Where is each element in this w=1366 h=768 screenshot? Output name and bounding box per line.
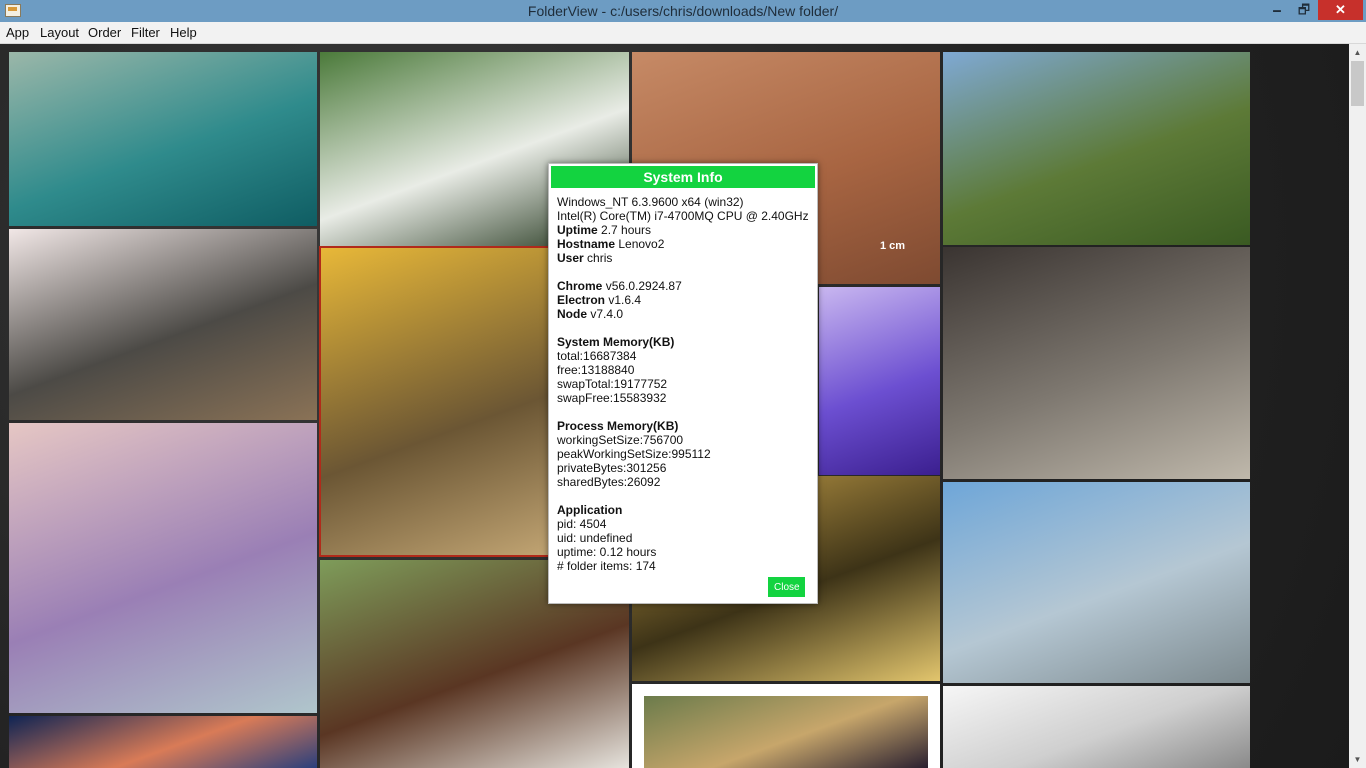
app-uid: uid: undefined	[557, 531, 633, 545]
close-window-button[interactable]: ✕	[1318, 0, 1363, 20]
app-pid: pid: 4504	[557, 517, 607, 531]
scroll-up-icon[interactable]: ▲	[1349, 44, 1366, 61]
photo-crystal-egg[interactable]	[9, 423, 317, 713]
system-memory-heading: System Memory(KB)	[557, 335, 675, 349]
gallery-scrollbar[interactable]: ▲ ▼	[1349, 44, 1366, 768]
minimize-button[interactable]: 🗕	[1262, 0, 1292, 20]
title-bar: FolderView - c:/users/chris/downloads/Ne…	[0, 0, 1366, 22]
close-button[interactable]: Close	[768, 577, 805, 597]
app-uptime: uptime: 0.12 hours	[557, 545, 657, 559]
photo-beach-balloons[interactable]	[943, 482, 1250, 683]
menu-order[interactable]: Order	[88, 25, 121, 40]
electron-label: Electron	[557, 293, 606, 307]
scrollbar-thumb[interactable]	[1351, 61, 1364, 106]
photo-mountain-valley[interactable]	[943, 52, 1250, 245]
user-value: chris	[587, 251, 613, 265]
maximize-button[interactable]: 🗗	[1289, 0, 1319, 20]
photo-pencil-sketch[interactable]	[943, 686, 1250, 768]
node-value: v7.4.0	[590, 307, 624, 321]
sysmem-swapfree: swapFree:15583932	[557, 391, 667, 405]
painting-canvas	[644, 696, 928, 768]
procmem-peak: peakWorkingSetSize:995112	[557, 447, 711, 461]
procmem-working: workingSetSize:756700	[557, 433, 684, 447]
photo-bird-over-water[interactable]	[9, 52, 317, 226]
uptime-value: 2.7 hours	[601, 223, 652, 237]
menu-help[interactable]: Help	[170, 25, 197, 40]
uptime-label: Uptime	[557, 223, 598, 237]
procmem-shared: sharedBytes:26092	[557, 475, 661, 489]
sysmem-swaptotal: swapTotal:19177752	[557, 377, 668, 391]
menu-app[interactable]: App	[6, 25, 29, 40]
window-title: FolderView - c:/users/chris/downloads/Ne…	[527, 3, 839, 19]
cpu-info: Intel(R) Core(TM) i7-4700MQ CPU @ 2.40GH…	[557, 209, 809, 223]
photo-night-sky[interactable]	[9, 716, 317, 768]
chrome-value: v56.0.2924.87	[605, 279, 682, 293]
process-memory-heading: Process Memory(KB)	[557, 419, 679, 433]
photo-purple-flower[interactable]	[819, 287, 940, 475]
electron-value: v1.6.4	[608, 293, 642, 307]
hostname-value: Lenovo2	[618, 237, 665, 251]
system-info-dialog: System Info Windows_NT 6.3.9600 x64 (win…	[548, 163, 818, 604]
menu-layout[interactable]: Layout	[40, 25, 79, 40]
sysmem-total: total:16687384	[557, 349, 637, 363]
os-info: Windows_NT 6.3.9600 x64 (win32)	[557, 195, 744, 209]
node-label: Node	[557, 307, 587, 321]
procmem-private: privateBytes:301256	[557, 461, 667, 475]
photo-abstract-painting[interactable]	[632, 684, 940, 768]
application-heading: Application	[557, 503, 623, 517]
scale-label: 1 cm	[880, 240, 906, 252]
dialog-title: System Info	[551, 166, 815, 188]
chrome-label: Chrome	[557, 279, 603, 293]
app-folder-items: # folder items: 174	[557, 559, 656, 573]
photo-stone-sculpture[interactable]	[9, 229, 317, 420]
user-label: User	[557, 251, 584, 265]
menu-bar: App Layout Order Filter Help	[0, 22, 1366, 44]
hostname-label: Hostname	[557, 237, 616, 251]
photo-stone-jaguar[interactable]	[943, 247, 1250, 479]
menu-filter[interactable]: Filter	[131, 25, 160, 40]
sysmem-free: free:13188840	[557, 363, 635, 377]
scroll-down-icon[interactable]: ▼	[1349, 751, 1366, 768]
